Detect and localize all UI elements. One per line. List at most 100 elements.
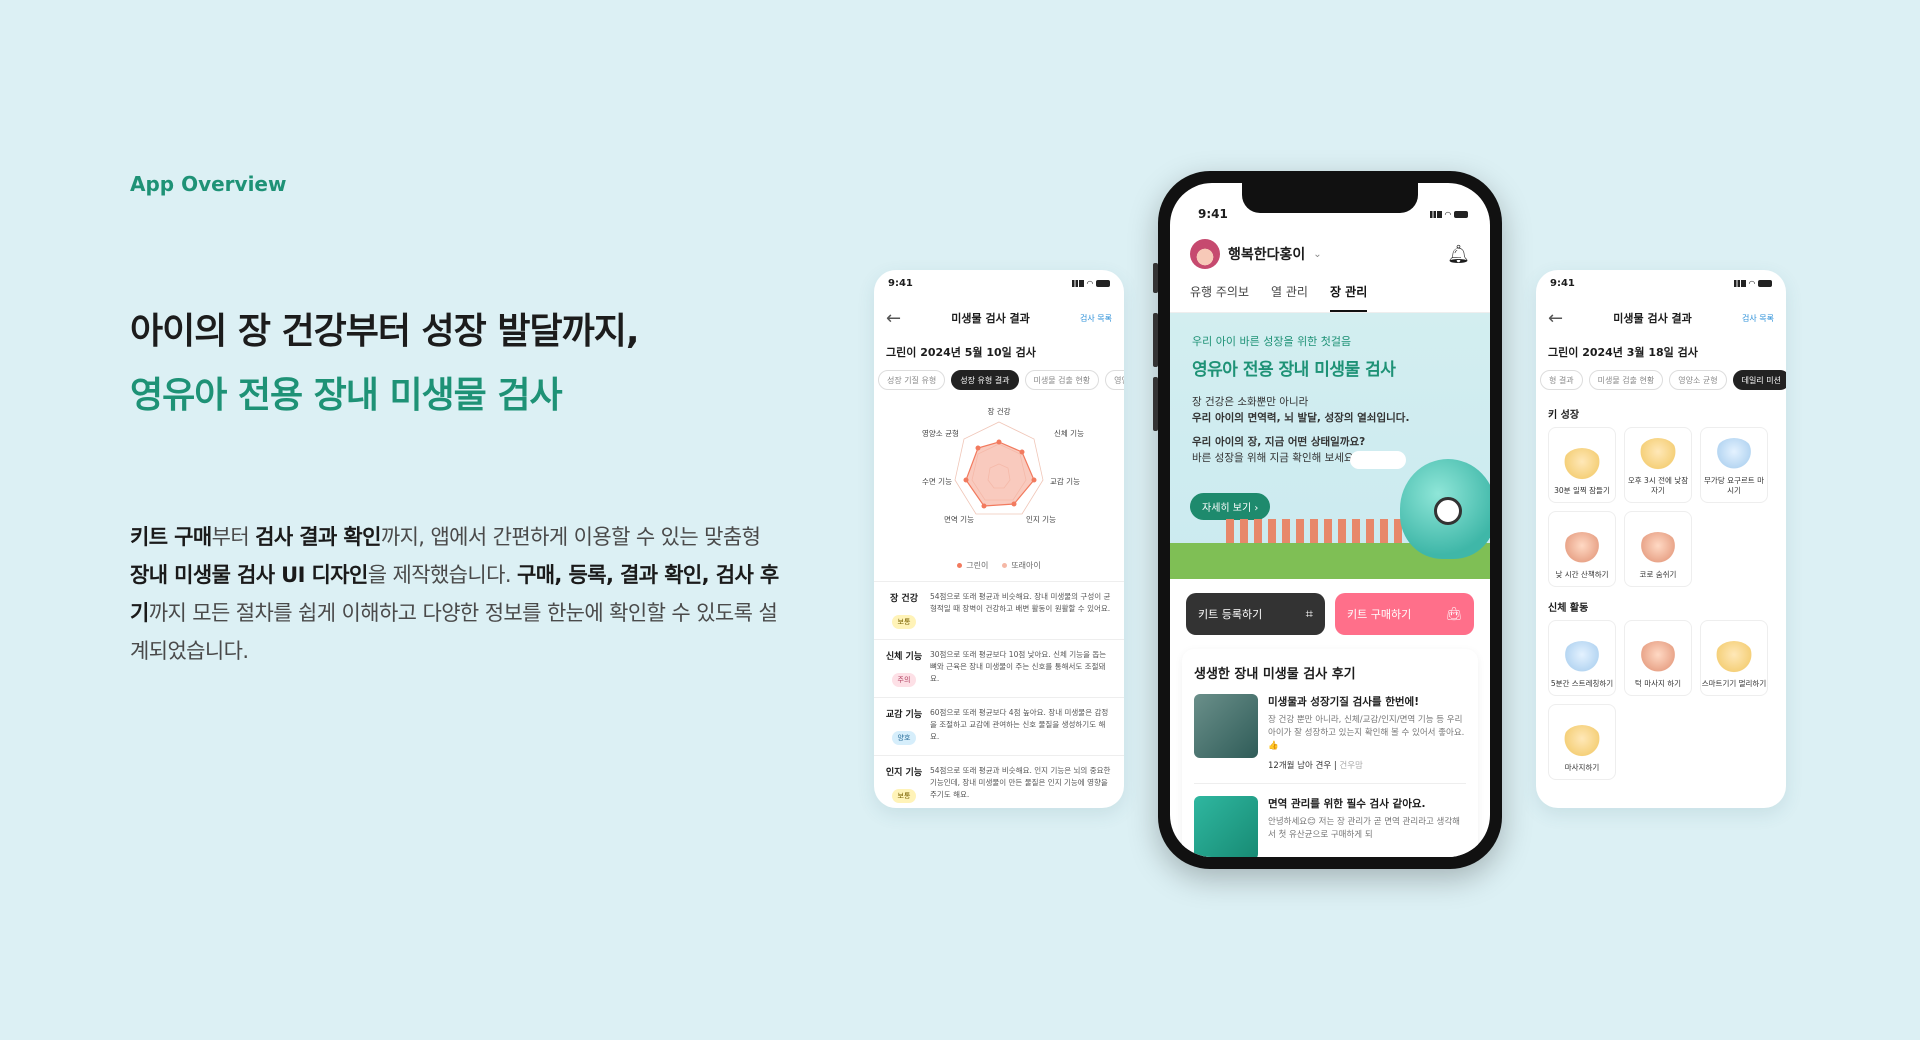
mission-tile[interactable]: 마사지하기: [1548, 704, 1616, 780]
bell-icon[interactable]: 🔔︎: [1447, 244, 1470, 265]
main-tabs: 유행 주의보 열 관리 장 관리: [1170, 269, 1490, 313]
center-phone: 9:41 ◠ 행복한다홍이 ⌄ 🔔︎ 유행 주의보 열 관리 장 관리 우리 아…: [1153, 171, 1502, 869]
phone-side-button: [1153, 263, 1158, 293]
signal-icon: [1733, 279, 1746, 287]
radar-label: 교감 기능: [1050, 476, 1080, 486]
jaw-massage-illustration-icon: [1638, 641, 1678, 675]
register-kit-label: 키트 등록하기: [1198, 608, 1263, 621]
radar-svg: 장 건강 신체 기능 교감 기능 인지 기능 면역 기능 수면 기능 영양소 균…: [922, 406, 1084, 524]
result-name: 교감 기능: [885, 710, 923, 720]
chip-tab-active[interactable]: 성장 유형 결과: [951, 370, 1019, 390]
test-list-link[interactable]: 검사 목록: [1742, 313, 1774, 324]
nose-breathing-illustration-icon: [1638, 532, 1678, 566]
result-name: 인지 기능: [885, 768, 923, 778]
desc-bold: 장내 미생물 검사 UI 디자인: [130, 563, 368, 587]
headline-line1: 아이의 장 건강부터 성장 발달까지,: [130, 311, 639, 352]
chip-tabs: 성장 기질 유형 성장 유형 결과 미생물 검출 현황 영양: [874, 370, 1124, 394]
result-row: 장 건강 보통 54점으로 또래 평균과 비슷해요. 장내 미생물의 구성이 균형…: [874, 582, 1124, 640]
hero-body: 장 건강은 소화뿐만 아니라 우리 아이의 면역력, 뇌 발달, 성장의 열쇠입…: [1192, 394, 1468, 426]
radar-chart: 장 건강 신체 기능 교감 기능 인지 기능 면역 기능 수면 기능 영양소 균…: [874, 402, 1124, 562]
chip-tab[interactable]: 성장 기질 유형: [878, 370, 946, 390]
section-title: 키 성장: [1548, 410, 1580, 421]
chip-tab[interactable]: 형 결과: [1540, 370, 1583, 390]
walk-illustration-icon: [1562, 532, 1602, 566]
qr-scan-icon: ⌗: [1305, 606, 1313, 622]
status-badge: 보통: [891, 789, 917, 803]
mission-grid: 30분 일찍 잠들기 오후 3시 전에 낮잠자기 무가당 요구르트 마시기 낮 …: [1536, 427, 1786, 587]
no-device-illustration-icon: [1714, 641, 1754, 675]
tab-fever[interactable]: 열 관리: [1271, 283, 1308, 312]
left-phone-screen: 9:41 ◠ ← 미생물 검사 결과 검사 목록 그린이 2024년 5월 10…: [874, 270, 1124, 808]
wifi-icon: ◠: [1444, 209, 1451, 219]
result-title: 그린이 2024년 3월 18일 검사: [1548, 346, 1698, 359]
profile-selector[interactable]: 행복한다홍이 ⌄: [1190, 239, 1322, 269]
mission-label: 낮 시간 산책하기: [1555, 570, 1609, 579]
mission-tile[interactable]: 오후 3시 전에 낮잠자기: [1624, 427, 1692, 503]
register-kit-button[interactable]: 키트 등록하기 ⌗: [1186, 593, 1325, 635]
review-author: 건우맘: [1339, 761, 1363, 771]
buy-kit-button[interactable]: 키트 구매하기 👜︎: [1335, 593, 1474, 635]
tab-epidemic[interactable]: 유행 주의보: [1190, 283, 1249, 312]
details-button[interactable]: 자세히 보기 ›: [1190, 493, 1271, 520]
kit-actions: 키트 등록하기 ⌗ 키트 구매하기 👜︎: [1170, 579, 1490, 635]
review-title: 미생물과 성장기질 검사를 한번에!: [1268, 696, 1419, 708]
description: 키트 구매부터 검사 결과 확인까지, 앱에서 간편하게 이용할 수 있는 맞춤…: [130, 518, 780, 670]
mission-tile[interactable]: 코로 숨쉬기: [1624, 511, 1692, 587]
review-body: 장 건강 뿐만 아니라, 신체/교감/인지/면역 기능 등 우리 아이가 잘 성…: [1268, 715, 1465, 751]
hero-kicker: 우리 아이 바른 성장을 위한 첫걸음: [1192, 335, 1352, 348]
desc-text: 까지 모든 절차를 쉽게 이해하고 다양한 정보를 한눈에 확인할 수 있도록 …: [130, 601, 778, 663]
chip-tab-active[interactable]: 데일리 미션: [1732, 370, 1786, 390]
result-text: 30점으로 또래 평균보다 10점 낮아요. 신체 기능을 돕는 뼈와 근육은 …: [930, 650, 1107, 683]
chevron-down-icon: ⌄: [1313, 248, 1322, 260]
mission-label: 턱 마사지 하기: [1634, 679, 1682, 688]
nav-title: 미생물 검사 결과: [951, 312, 1030, 325]
mission-tile[interactable]: 턱 마사지 하기: [1624, 620, 1692, 696]
mission-tile[interactable]: 무가당 요구르트 마시기: [1700, 427, 1768, 503]
back-arrow-icon[interactable]: ←: [1548, 308, 1563, 329]
stretch-illustration-icon: [1562, 641, 1602, 675]
result-list: 장 건강 보통 54점으로 또래 평균과 비슷해요. 장내 미생물의 구성이 균형…: [874, 581, 1124, 808]
chip-tab[interactable]: 미생물 검출 현황: [1024, 370, 1100, 390]
status-badge: 양호: [891, 731, 917, 745]
radar-label: 영양소 균형: [922, 428, 959, 438]
chip-tab[interactable]: 미생물 검출 현황: [1588, 370, 1664, 390]
chip-tab[interactable]: 영양소 균형: [1669, 370, 1727, 390]
desc-text: 부터: [211, 525, 256, 549]
tab-gut[interactable]: 장 관리: [1329, 283, 1368, 312]
mission-tile[interactable]: 스마트기기 멀리하기: [1700, 620, 1768, 696]
chip-tab[interactable]: 영양: [1105, 370, 1124, 390]
review-item[interactable]: 면역 관리를 위한 필수 검사 같아요. 안녕하세요😊 저는 장 관리가 곧 면…: [1194, 796, 1466, 857]
mission-label: 코로 숨쉬기: [1639, 570, 1677, 579]
signal-icon: [1071, 279, 1084, 287]
wifi-icon: ◠: [1748, 278, 1755, 288]
mission-grid: 5분간 스트레칭하기 턱 마사지 하기 스마트기기 멀리하기 마사지하기: [1536, 620, 1786, 780]
mission-tile[interactable]: 낮 시간 산책하기: [1548, 511, 1616, 587]
result-row: 인지 기능 보통 54점으로 또래 평균과 비슷해요. 인지 기능은 뇌의 중요한…: [874, 756, 1124, 808]
desc-text: 까지, 앱에서 간편하게 이용할 수 있는 맞춤형: [380, 525, 761, 549]
hero-title: 영유아 전용 장내 미생물 검사: [1192, 360, 1396, 380]
battery-icon: [1096, 279, 1110, 287]
status-time: 9:41: [1550, 277, 1575, 289]
phone-side-button: [1153, 313, 1158, 367]
result-text: 54점으로 또래 평균과 비슷해요. 장내 미생물의 구성이 균형적일 때 장벽…: [930, 592, 1111, 613]
radar-label: 장 건강: [987, 406, 1010, 416]
back-arrow-icon[interactable]: ←: [886, 308, 901, 329]
phone-side-button: [1153, 377, 1158, 431]
mission-label: 마사지하기: [1564, 763, 1600, 772]
test-list-link[interactable]: 검사 목록: [1080, 313, 1112, 324]
right-phone-screen: 9:41 ◠ ← 미생물 검사 결과 검사 목록 그린이 2024년 3월 18…: [1536, 270, 1786, 808]
phone-screen: 9:41 ◠ 행복한다홍이 ⌄ 🔔︎ 유행 주의보 열 관리 장 관리 우리 아…: [1170, 183, 1490, 857]
section-title: 신체 활동: [1548, 603, 1589, 614]
mission-tile[interactable]: 30분 일찍 잠들기: [1548, 427, 1616, 503]
massage-illustration-icon: [1562, 725, 1602, 759]
headline-line2: 영유아 전용 장내 미생물 검사: [130, 375, 563, 416]
hero-body-line: 우리 아이의 면역력, 뇌 발달, 성장의 열쇠입니다.: [1192, 412, 1410, 424]
reviews-section: 생생한 장내 미생물 검사 후기 미생물과 성장기질 검사를 한번에! 장 건강…: [1182, 649, 1478, 857]
review-item[interactable]: 미생물과 성장기질 검사를 한번에! 장 건강 뿐만 아니라, 신체/교감/인지…: [1194, 694, 1466, 784]
buy-kit-label: 키트 구매하기: [1347, 608, 1412, 621]
nav-title: 미생물 검사 결과: [1613, 312, 1692, 325]
hero-body-line: 우리 아이의 장, 지금 어떤 상태일까요?: [1192, 436, 1366, 448]
result-title: 그린이 2024년 5월 10일 검사: [886, 346, 1036, 359]
desc-text: 을 제작했습니다.: [367, 563, 517, 587]
mission-tile[interactable]: 5분간 스트레칭하기: [1548, 620, 1616, 696]
